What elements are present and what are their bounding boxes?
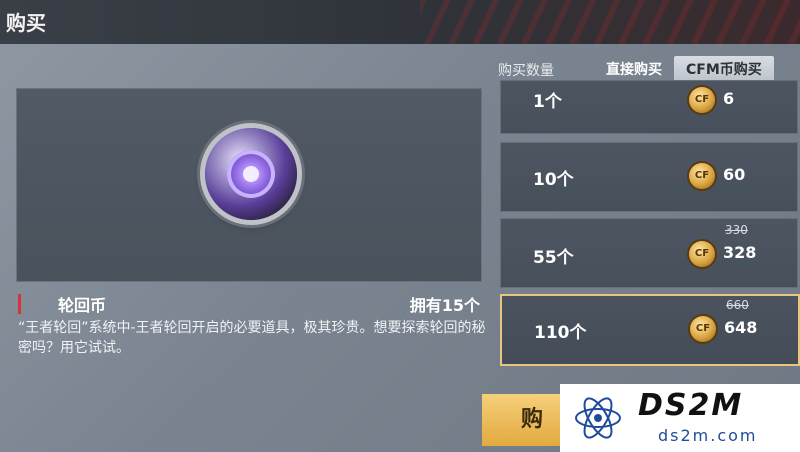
option-10[interactable]: 10个 CF 60 xyxy=(500,142,798,212)
item-name-row: 轮回币 拥有15个 xyxy=(16,292,480,316)
item-description: “王者轮回”系统中-王者轮回开启的必要道具，极其珍贵。想要探索轮回的秘密吗？用它… xyxy=(18,320,486,356)
option-old-price: 660 xyxy=(726,298,749,312)
watermark: DS2M ds2m.com xyxy=(560,384,800,452)
header-bar: 购买 xyxy=(0,0,800,44)
option-quantity: 1个 xyxy=(533,92,562,112)
option-old-price: 330 xyxy=(725,223,748,237)
watermark-title: DS2M xyxy=(638,388,744,423)
option-price: 328 xyxy=(723,243,757,262)
option-55[interactable]: 55个 330 CF 328 xyxy=(500,218,798,288)
atom-logo-icon xyxy=(575,397,621,439)
owned-count: 拥有15个 xyxy=(409,296,480,315)
option-quantity: 55个 xyxy=(533,248,574,268)
coin-core xyxy=(243,166,259,182)
header-decoration xyxy=(420,0,800,44)
accent-bar xyxy=(18,294,21,314)
coin-inner-ring xyxy=(227,150,275,198)
cf-coin-icon: CF xyxy=(689,163,715,189)
option-price: 60 xyxy=(723,165,746,184)
cf-coin-icon: CF xyxy=(689,87,715,113)
option-1[interactable]: 1个 CF 6 xyxy=(500,80,798,134)
option-quantity: 110个 xyxy=(534,323,587,343)
cf-coin-icon: CF xyxy=(689,241,715,267)
option-110[interactable]: 110个 660 CF 648 xyxy=(500,294,800,366)
watermark-url: ds2m.com xyxy=(658,426,758,445)
option-quantity: 10个 xyxy=(533,170,574,190)
page-title: 购买 xyxy=(6,11,46,35)
reincarnation-coin-icon xyxy=(205,128,297,220)
item-name: 轮回币 xyxy=(58,296,107,315)
option-price: 648 xyxy=(724,318,758,337)
option-price: 6 xyxy=(723,89,735,108)
cf-coin-icon: CF xyxy=(690,316,716,342)
quantity-label: 购买数量 xyxy=(498,63,554,79)
